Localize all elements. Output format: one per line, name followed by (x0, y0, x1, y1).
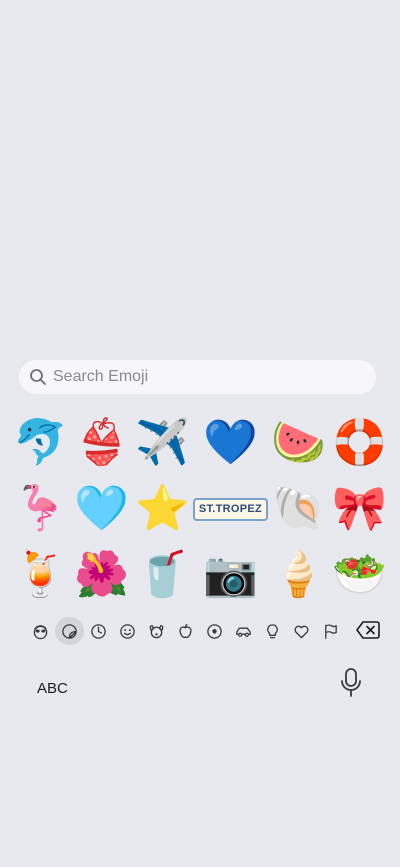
watermelon-glyph: 🍉 (271, 417, 326, 468)
sticker-license-plate[interactable]: ST.TROPEZ (192, 476, 269, 542)
category-recent[interactable] (84, 617, 113, 645)
sticker-camera[interactable]: 📷 (193, 542, 268, 608)
bikini-glyph: 👙 (74, 417, 129, 468)
food-apple-icon (179, 623, 192, 638)
popsicle-glyph: 🍦 (271, 549, 326, 600)
stickers-icon (62, 623, 77, 639)
flag-icon (325, 623, 337, 639)
sticker-hibiscus[interactable]: 🌺 (71, 542, 132, 608)
sticker-spritz-cocktail[interactable]: 🍹 (10, 542, 71, 608)
iced-drink-glyph: 🥤 (134, 549, 190, 600)
flamingo-float-glyph: 🦩 (13, 483, 68, 534)
sticker-watermelon[interactable]: 🍉 (268, 410, 329, 476)
car-icon (236, 627, 251, 637)
hibiscus-glyph: 🌺 (74, 549, 129, 600)
license-plate-text: ST.TROPEZ (192, 497, 269, 521)
sticker-popsicle[interactable]: 🍦 (268, 542, 329, 608)
blue-heart-sparkles-glyph: 💙 (203, 417, 258, 468)
category-bar (26, 617, 388, 645)
microphone-icon[interactable] (340, 668, 362, 698)
sticker-seashell[interactable]: 🐚 (268, 476, 329, 542)
sticker-fruit-bowl[interactable]: 🥗 (329, 542, 390, 608)
backspace-icon[interactable] (356, 620, 380, 640)
search-input[interactable] (53, 368, 353, 386)
sticker-flamingo-float[interactable]: 🦩 (10, 476, 71, 542)
category-flags[interactable] (316, 617, 345, 645)
sticker-dolphin[interactable]: 🐬 (10, 410, 71, 476)
sticker-iced-drink[interactable]: 🥤 (132, 542, 193, 608)
sticker-blue-heart-sparkles[interactable]: 💙 (193, 410, 268, 476)
seashell-glyph: 🐚 (271, 483, 326, 534)
category-animals[interactable] (142, 617, 171, 645)
sticker-cloud-heart[interactable]: 🩵 (71, 476, 132, 542)
category-objects[interactable] (258, 617, 287, 645)
category-food[interactable] (171, 617, 200, 645)
search-icon (30, 369, 46, 385)
life-ring-glyph: 🛟 (332, 417, 387, 468)
category-activity[interactable] (200, 617, 229, 645)
abc-keyboard-switch[interactable]: ABC (37, 680, 68, 697)
cloud-heart-glyph: 🩵 (74, 483, 129, 534)
category-smileys[interactable] (113, 617, 142, 645)
starfish-glyph: ⭐ (134, 483, 190, 534)
category-stickers[interactable] (55, 617, 84, 645)
sticker-airplane[interactable]: ✈️ (132, 410, 193, 476)
spritz-cocktail-glyph: 🍹 (13, 549, 68, 600)
animal-icon (149, 624, 164, 638)
smiley-icon (120, 623, 135, 639)
recent-clock-icon (91, 623, 106, 639)
camera-glyph: 📷 (203, 549, 258, 600)
sticker-starfish[interactable]: ⭐ (132, 476, 193, 542)
fruit-bowl-glyph: 🥗 (332, 549, 387, 600)
emoji-search-field[interactable] (19, 360, 376, 394)
sticker-blue-bow[interactable]: 🎀 (329, 476, 390, 542)
blue-bow-glyph: 🎀 (332, 483, 387, 534)
memoji-icon (33, 624, 48, 639)
dolphin-glyph: 🐬 (13, 417, 68, 468)
sticker-bikini[interactable]: 👙 (71, 410, 132, 476)
soccer-ball-icon (207, 623, 222, 639)
heart-icon (294, 625, 309, 638)
airplane-glyph: ✈️ (134, 417, 190, 468)
lightbulb-icon (267, 623, 278, 638)
category-memoji[interactable] (26, 617, 55, 645)
category-symbols[interactable] (287, 617, 316, 645)
category-travel[interactable] (229, 617, 258, 645)
sticker-life-ring[interactable]: 🛟 (329, 410, 390, 476)
sticker-grid: 🐬 👙 ✈️ 💙 🍉 🛟 🦩 🩵 ⭐ ST.TROPEZ 🐚 🎀 🍹 🌺 🥤 📷 🍦 🥗 (10, 410, 390, 608)
